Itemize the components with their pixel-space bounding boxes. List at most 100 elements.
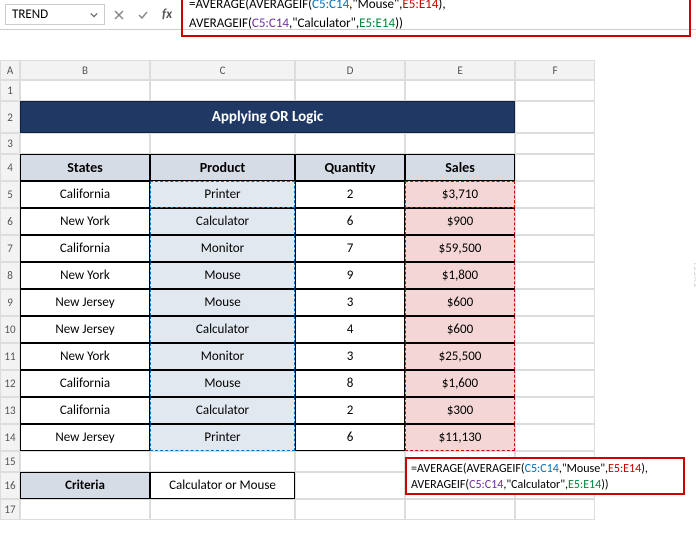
- row-header[interactable]: 8: [0, 262, 20, 289]
- cell[interactable]: [515, 154, 595, 181]
- cell[interactable]: [20, 133, 150, 154]
- row-header[interactable]: 10: [0, 316, 20, 343]
- cell-quantity[interactable]: 3: [295, 343, 405, 370]
- cell-quantity[interactable]: 6: [295, 208, 405, 235]
- cell-quantity[interactable]: 8: [295, 370, 405, 397]
- cell[interactable]: [405, 133, 515, 154]
- cell[interactable]: [515, 208, 595, 235]
- row-header[interactable]: 7: [0, 235, 20, 262]
- col-header[interactable]: D: [295, 60, 405, 80]
- cell-state[interactable]: New York: [20, 262, 150, 289]
- cell-product[interactable]: Mouse: [150, 262, 295, 289]
- cell-product[interactable]: Printer: [150, 424, 295, 451]
- cell-state[interactable]: New York: [20, 343, 150, 370]
- formula-bar-input[interactable]: =AVERAGE(AVERAGEIF(C5:C14,"Mouse",E5:E14…: [181, 0, 691, 37]
- row-header[interactable]: 2: [0, 101, 20, 133]
- cell[interactable]: [20, 80, 150, 101]
- criteria-label[interactable]: Criteria: [20, 472, 150, 499]
- row-header[interactable]: 13: [0, 397, 20, 424]
- cell-sales[interactable]: $1,800: [405, 262, 515, 289]
- row-header[interactable]: 5: [0, 181, 20, 208]
- col-header[interactable]: B: [20, 60, 150, 80]
- cell-product[interactable]: Monitor: [150, 235, 295, 262]
- col-header[interactable]: A: [0, 60, 20, 80]
- name-box[interactable]: TREND: [5, 4, 105, 25]
- cell[interactable]: [515, 370, 595, 397]
- cancel-icon[interactable]: [109, 5, 129, 25]
- cell-product[interactable]: Mouse: [150, 289, 295, 316]
- cell[interactable]: [515, 316, 595, 343]
- cell-state[interactable]: California: [20, 370, 150, 397]
- cell[interactable]: [295, 133, 405, 154]
- cell[interactable]: [150, 133, 295, 154]
- cell[interactable]: [150, 80, 295, 101]
- cell-state[interactable]: California: [20, 235, 150, 262]
- row-header[interactable]: 11: [0, 343, 20, 370]
- cell[interactable]: [405, 80, 515, 101]
- cell-product[interactable]: Calculator: [150, 316, 295, 343]
- row-header[interactable]: 9: [0, 289, 20, 316]
- cell[interactable]: [20, 499, 150, 520]
- cell[interactable]: [515, 289, 595, 316]
- row-header[interactable]: 16: [0, 472, 20, 499]
- cell[interactable]: [295, 80, 405, 101]
- cell-sales[interactable]: $1,600: [405, 370, 515, 397]
- cell-state[interactable]: New York: [20, 208, 150, 235]
- row-header[interactable]: 6: [0, 208, 20, 235]
- row-header[interactable]: 3: [0, 133, 20, 154]
- cell-quantity[interactable]: 9: [295, 262, 405, 289]
- cell-state[interactable]: New Jersey: [20, 316, 150, 343]
- row-header[interactable]: 17: [0, 499, 20, 520]
- cell[interactable]: [295, 499, 405, 520]
- cell-product[interactable]: Mouse: [150, 370, 295, 397]
- cell-quantity[interactable]: 3: [295, 289, 405, 316]
- active-cell-formula[interactable]: =AVERAGE(AVERAGEIF(C5:C14,"Mouse",E5:E14…: [405, 457, 685, 495]
- cell[interactable]: [515, 235, 595, 262]
- cell-state[interactable]: California: [20, 181, 150, 208]
- cell-state[interactable]: California: [20, 397, 150, 424]
- col-header[interactable]: E: [405, 60, 515, 80]
- cell[interactable]: [515, 181, 595, 208]
- header-quantity[interactable]: Quantity: [295, 154, 405, 181]
- col-header[interactable]: F: [515, 60, 595, 80]
- cell-state[interactable]: New Jersey: [20, 289, 150, 316]
- header-states[interactable]: States: [20, 154, 150, 181]
- header-sales[interactable]: Sales: [405, 154, 515, 181]
- cell-sales[interactable]: $11,130: [405, 424, 515, 451]
- cell-product[interactable]: Monitor: [150, 343, 295, 370]
- cell-product[interactable]: Printer: [150, 181, 295, 208]
- cell-quantity[interactable]: 7: [295, 235, 405, 262]
- cell-sales[interactable]: $59,500: [405, 235, 515, 262]
- cell-sales[interactable]: $300: [405, 397, 515, 424]
- header-product[interactable]: Product: [150, 154, 295, 181]
- fx-icon[interactable]: fx: [157, 5, 177, 25]
- cell[interactable]: [20, 451, 150, 472]
- cell-product[interactable]: Calculator: [150, 397, 295, 424]
- cell-product[interactable]: Calculator: [150, 208, 295, 235]
- cell-quantity[interactable]: 4: [295, 316, 405, 343]
- cell-quantity[interactable]: 2: [295, 397, 405, 424]
- cell[interactable]: [295, 451, 405, 472]
- enter-icon[interactable]: [133, 5, 153, 25]
- row-header[interactable]: 12: [0, 370, 20, 397]
- cell-sales[interactable]: $25,500: [405, 343, 515, 370]
- cell[interactable]: [515, 101, 595, 133]
- criteria-value[interactable]: Calculator or Mouse: [150, 472, 295, 499]
- cell[interactable]: [150, 499, 295, 520]
- row-header[interactable]: 14: [0, 424, 20, 451]
- title-cell[interactable]: Applying OR Logic: [20, 101, 515, 133]
- row-header[interactable]: 4: [0, 154, 20, 181]
- cell[interactable]: [515, 424, 595, 451]
- cell-sales[interactable]: $900: [405, 208, 515, 235]
- cell-state[interactable]: New Jersey: [20, 424, 150, 451]
- col-header[interactable]: C: [150, 60, 295, 80]
- cell[interactable]: [515, 80, 595, 101]
- cell[interactable]: [295, 472, 405, 499]
- cell[interactable]: [515, 262, 595, 289]
- cell[interactable]: [515, 499, 595, 520]
- cell-quantity[interactable]: 6: [295, 424, 405, 451]
- cell-quantity[interactable]: 2: [295, 181, 405, 208]
- cell-sales[interactable]: $3,710: [405, 181, 515, 208]
- row-header[interactable]: 15: [0, 451, 20, 472]
- cell-sales[interactable]: $600: [405, 316, 515, 343]
